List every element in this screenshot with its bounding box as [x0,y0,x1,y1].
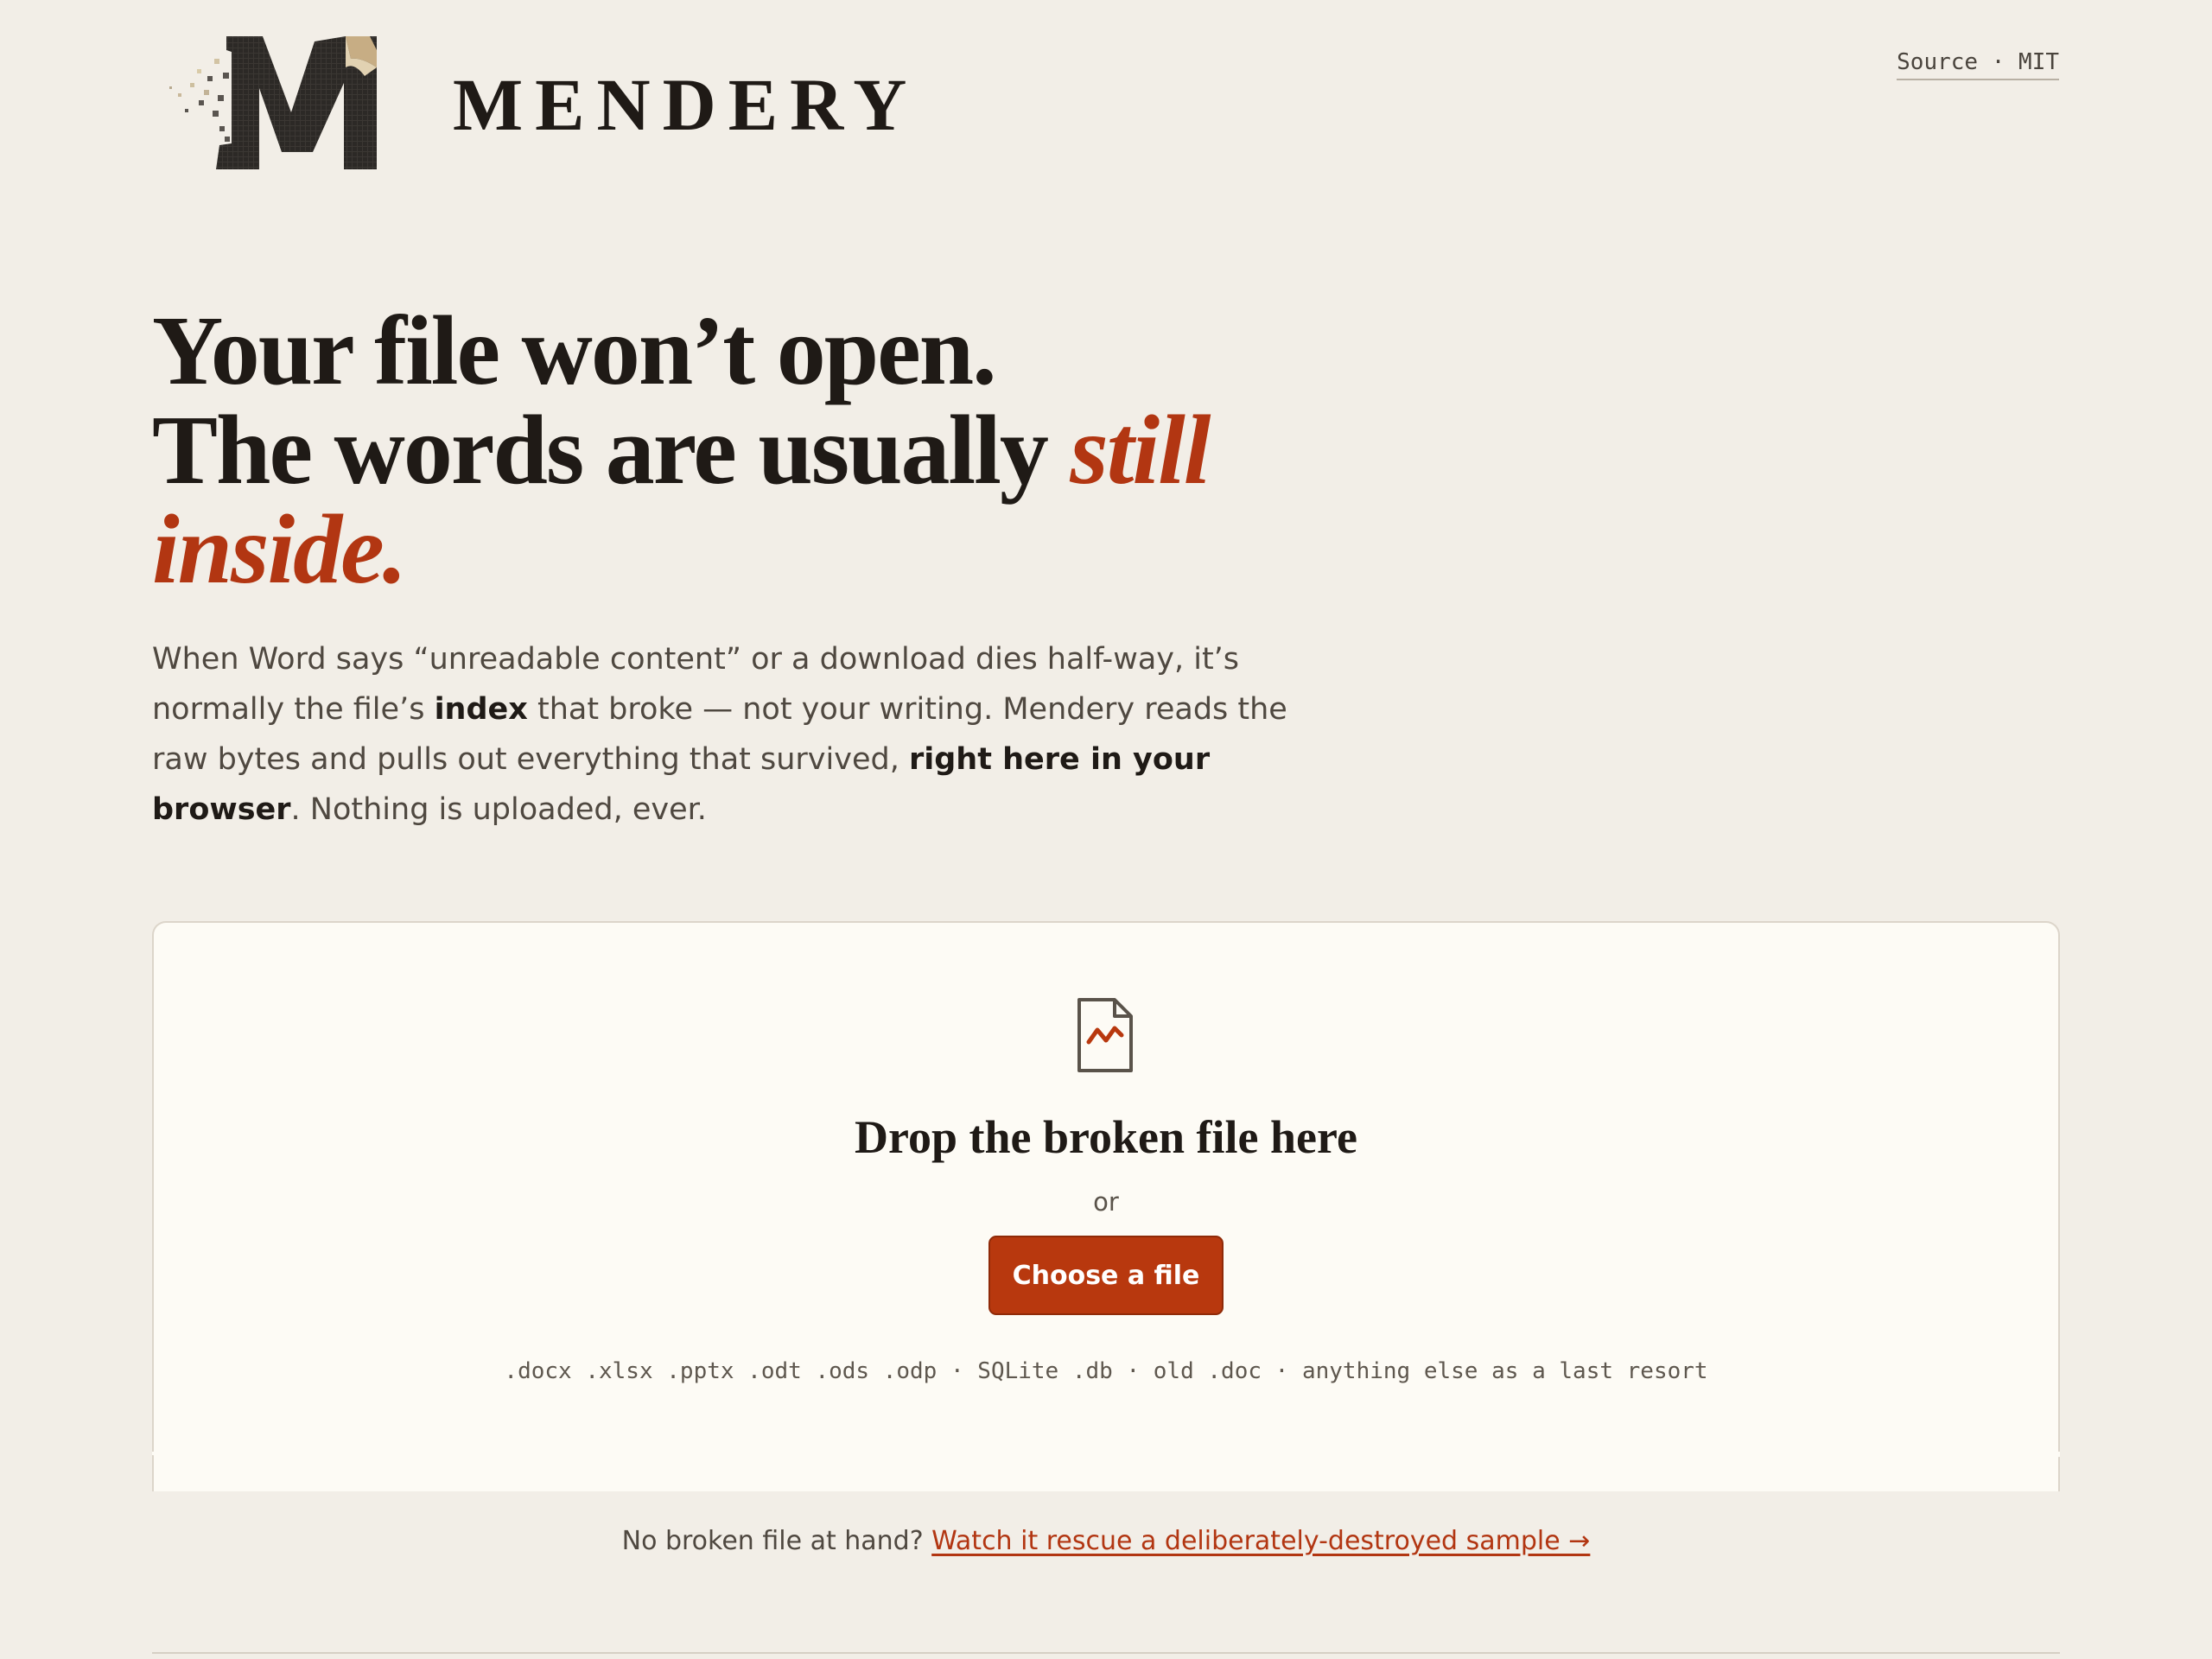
torn-paper-edge [152,1452,2060,1465]
hero-title-line-1: Your file won’t open. [152,296,997,405]
sample-prompt-text: No broken file at hand? [621,1526,932,1556]
drop-zone-title: Drop the broken file here [855,1111,1357,1163]
hero-description: When Word says “unreadable content” or a… [152,634,1327,835]
brand-wordmark[interactable]: MENDERY [453,67,918,142]
drop-zone-or: or [1093,1187,1119,1217]
section-divider [152,1652,2060,1654]
sample-demo-link[interactable]: Watch it rescue a deliberately-destroyed… [931,1526,1590,1556]
page: MENDERY Source · MIT Your file won’t ope… [0,0,2212,1659]
choose-file-button[interactable]: Choose a file [988,1236,1224,1315]
hero-text-part-3: . Nothing is uploaded, ever. [290,792,707,827]
source-link[interactable]: Source · MIT [1897,50,2059,80]
hero-title-line-2: The words are usually still [152,400,1362,499]
pixelated-letter-m-icon [169,36,377,169]
broken-file-icon [1077,998,1133,1072]
hero-title-accent-still: still [1070,395,1211,505]
hero-title-accent-inside: inside. [152,494,407,604]
hero-title: Your file won’t open. The words are usua… [152,301,1362,599]
hero-title-line-3: inside. [152,499,1362,599]
hero-title-plain: The words are usually [152,395,1071,505]
hero-text-bold-index: index [434,692,528,727]
sample-prompt: No broken file at hand? Watch it rescue … [0,1526,2212,1556]
supported-formats: .docx .xlsx .pptx .odt .ods .odp · SQLit… [504,1358,1708,1384]
